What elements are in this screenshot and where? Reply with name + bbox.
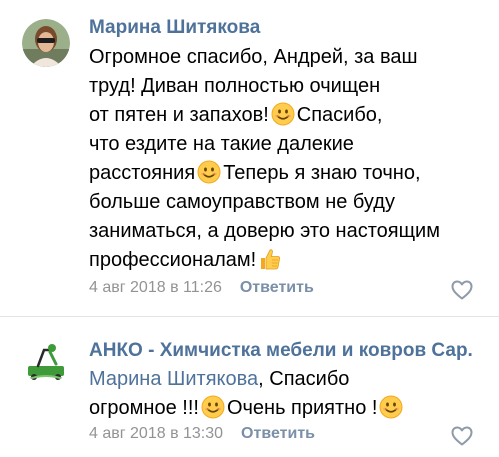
smiling-face-emoji-icon: [201, 395, 225, 419]
text-line: расстояния Теперь я знаю точно,: [89, 160, 421, 184]
text-line: больше самоуправством не буду: [89, 191, 395, 213]
text-line: заниматься, а доверю это настоящим: [89, 220, 440, 242]
smiling-face-emoji-icon: [379, 395, 403, 419]
text-line: огромное !!! Очень приятно !: [89, 394, 405, 423]
reply-button[interactable]: Ответить: [241, 425, 315, 442]
comment-author[interactable]: Марина Шитякова: [89, 17, 260, 39]
smiling-face-emoji-icon: [197, 160, 221, 184]
text-line: Марина Шитякова, Спасибо: [89, 368, 350, 390]
text-line: что ездите на такие далекие: [89, 133, 354, 155]
text-line: труд! Диван полностью очищен: [89, 75, 381, 97]
smiling-face-emoji-icon: [271, 102, 295, 126]
comment-author[interactable]: АНКО - Химчистка мебели и ковров Сар...: [89, 340, 474, 362]
mention-link[interactable]: Марина Шитякова: [89, 368, 258, 390]
comment-text: Огромное спасибо, Андрей, за ваш труд! Д…: [89, 43, 440, 275]
reply-button[interactable]: Ответить: [240, 279, 314, 296]
thumbs-up-emoji-icon: [258, 247, 282, 271]
heart-outline-icon[interactable]: [451, 280, 473, 300]
avatar[interactable]: [22, 336, 70, 384]
comment-date[interactable]: 4 авг 2018 в 13:30: [89, 425, 223, 442]
text-line: профессионалам!: [89, 246, 440, 275]
text-line: Огромное спасибо, Андрей, за ваш: [89, 46, 418, 68]
comment-text: Марина Шитякова, Спасибо огромное !!! Оче…: [89, 365, 405, 423]
comment-meta: 4 авг 2018 в 13:30 Ответить: [89, 425, 315, 443]
text-line: от пятен и запахов! Спасибо,: [89, 102, 383, 126]
heart-outline-icon[interactable]: [451, 426, 473, 446]
comment-meta: 4 авг 2018 в 11:26 Ответить: [89, 279, 314, 297]
comment: Марина Шитякова Огромное спасибо, Андрей…: [0, 0, 499, 316]
comment: АНКО - Химчистка мебели и ковров Сар... …: [0, 317, 499, 457]
avatar[interactable]: [22, 19, 70, 67]
comment-date[interactable]: 4 авг 2018 в 11:26: [89, 279, 222, 296]
